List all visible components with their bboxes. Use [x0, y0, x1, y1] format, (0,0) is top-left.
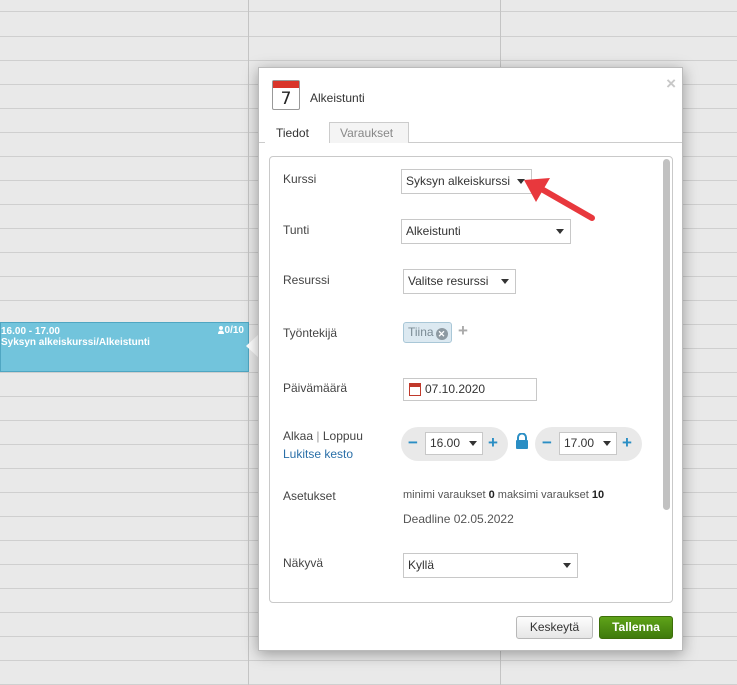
dialog-header: 7 Alkeistunti ×	[259, 68, 682, 124]
employee-chip: Tiina ✕	[403, 322, 452, 343]
min-bookings-label: minimi varaukset	[403, 489, 486, 501]
end-time-stepper: − 17.00 +	[535, 427, 642, 461]
chevron-down-icon	[501, 279, 509, 284]
start-plus-button[interactable]: +	[488, 434, 498, 451]
calendar-event[interactable]: 16.00 - 17.00 0/10 Syksyn alkeiskurssi/A…	[0, 322, 249, 372]
chevron-down-icon	[469, 441, 477, 446]
remove-chip-icon[interactable]: ✕	[435, 328, 448, 340]
scrollbar[interactable]	[663, 159, 670, 510]
cancel-button[interactable]: Keskeytä	[516, 616, 593, 639]
paivamaara-label: Päivämäärä	[283, 381, 348, 395]
start-label: Alkaa	[283, 429, 314, 443]
lock-icon[interactable]	[515, 433, 529, 449]
kurssi-select[interactable]: Syksyn alkeiskurssi	[401, 169, 532, 194]
calendar-icon-number: 7	[280, 89, 292, 109]
save-button[interactable]: Tallenna	[599, 616, 673, 639]
tyontekija-label: Työntekijä	[283, 326, 338, 340]
visibility-value: Kyllä	[408, 558, 435, 572]
employee-chip-label: Tiina	[408, 325, 434, 339]
dialog-title: Alkeistunti	[310, 91, 365, 105]
chevron-down-icon	[556, 229, 564, 234]
nakyva-label: Näkyvä	[283, 556, 324, 570]
tab-tiedot[interactable]: Tiedot	[265, 122, 329, 144]
annotation-arrow-icon	[524, 178, 595, 221]
user-icon	[217, 326, 224, 334]
start-time-value: 16.00	[430, 436, 461, 450]
start-time-select[interactable]: 16.00	[425, 432, 483, 455]
end-minus-button[interactable]: −	[542, 434, 552, 451]
date-value: 07.10.2020	[425, 382, 486, 396]
event-count-value: 0/10	[224, 325, 244, 336]
max-bookings-label: maksimi varaukset	[497, 489, 589, 501]
kurssi-label: Kurssi	[283, 172, 317, 186]
booking-limits: minimi varaukset 0 maksimi varaukset 10	[403, 489, 604, 501]
kurssi-value: Syksyn alkeiskurssi	[406, 174, 511, 188]
visibility-select[interactable]: Kyllä	[403, 553, 578, 578]
resurssi-select[interactable]: Valitse resurssi	[403, 269, 516, 294]
start-time-stepper: − 16.00 +	[401, 427, 508, 461]
lock-duration-link[interactable]: Lukitse kesto	[283, 447, 353, 461]
resurssi-value: Valitse resurssi	[408, 274, 489, 288]
event-title: Syksyn alkeiskurssi/Alkeistunti	[1, 337, 150, 348]
tunti-label: Tunti	[283, 223, 310, 237]
time-separator: |	[316, 429, 320, 443]
time-label: Alkaa | Loppuu	[283, 429, 363, 443]
calendar-icon: 7	[272, 80, 300, 110]
resurssi-label: Resurssi	[283, 273, 330, 287]
start-minus-button[interactable]: −	[408, 434, 418, 451]
chevron-down-icon	[603, 441, 611, 446]
event-time: 16.00 - 17.00	[1, 326, 60, 337]
dialog-tabs: Tiedot Varaukset	[259, 122, 682, 144]
tab-varaukset[interactable]: Varaukset	[329, 122, 409, 143]
end-time-select[interactable]: 17.00	[559, 432, 617, 455]
end-time-value: 17.00	[564, 436, 595, 450]
tunti-value: Alkeistunti	[406, 224, 461, 238]
form-panel: Kurssi Syksyn alkeiskurssi Tunti Alkeist…	[269, 156, 673, 603]
event-dialog: 7 Alkeistunti × Tiedot Varaukset Kurssi …	[258, 67, 683, 651]
add-employee-icon[interactable]: +	[458, 321, 468, 341]
asetukset-label: Asetukset	[283, 489, 336, 503]
close-icon[interactable]: ×	[666, 74, 676, 94]
deadline-text: Deadline 02.05.2022	[403, 512, 514, 526]
event-attendee-count: 0/10	[217, 325, 244, 336]
end-label: Loppuu	[322, 429, 363, 443]
chevron-down-icon	[563, 563, 571, 568]
end-plus-button[interactable]: +	[622, 434, 632, 451]
calendar-icon	[409, 383, 421, 396]
date-field[interactable]: 07.10.2020	[403, 378, 537, 401]
min-bookings-value: 0	[488, 489, 495, 501]
max-bookings-value: 10	[591, 489, 605, 501]
